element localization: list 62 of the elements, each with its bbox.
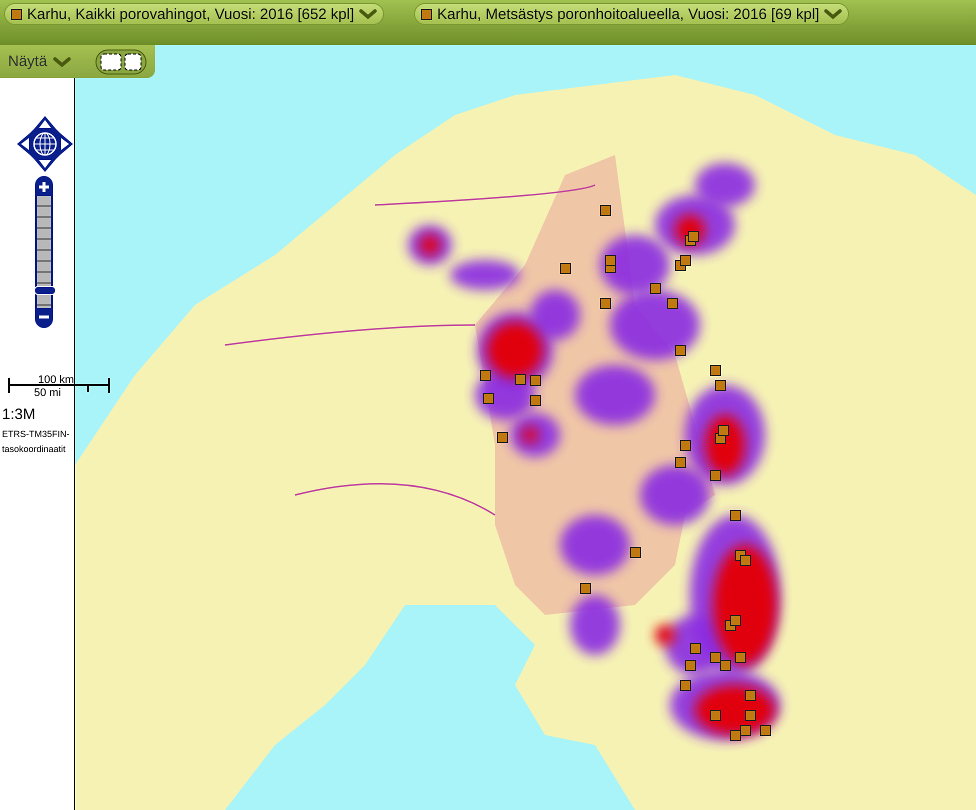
toggle-icon <box>95 48 148 74</box>
slider-thumb[interactable] <box>34 286 56 296</box>
chevron-down-icon <box>359 8 378 20</box>
scale-ratio: 1:3M <box>2 406 36 423</box>
heat-spot <box>570 595 620 655</box>
marker-icon[interactable] <box>718 425 729 436</box>
marker-icon <box>421 8 432 20</box>
marker-icon[interactable] <box>740 555 751 566</box>
marker-icon[interactable] <box>630 547 641 558</box>
marker-icon[interactable] <box>483 393 494 404</box>
heat-core <box>420 235 440 255</box>
marker-icon[interactable] <box>745 710 756 721</box>
marker-icon[interactable] <box>690 643 701 654</box>
marker-icon[interactable] <box>680 440 691 451</box>
marker-icon[interactable] <box>680 680 691 691</box>
heat-core <box>487 322 543 378</box>
heat-spot <box>695 163 755 207</box>
chevron-down-icon <box>824 8 842 20</box>
show-menu-button[interactable]: Näytä <box>0 45 156 78</box>
marker-icon[interactable] <box>675 457 686 468</box>
marker-icon[interactable] <box>560 263 571 274</box>
marker-icon[interactable] <box>745 690 756 701</box>
marker-icon[interactable] <box>667 298 678 309</box>
marker-icon[interactable] <box>715 380 726 391</box>
heat-spot <box>600 235 670 295</box>
scale-km: 100 km <box>38 374 74 386</box>
marker-icon[interactable] <box>720 660 731 671</box>
marker-icon[interactable] <box>710 365 721 376</box>
marker-icon[interactable] <box>580 583 591 594</box>
marker-icon[interactable] <box>680 255 691 266</box>
marker-icon[interactable] <box>730 510 741 521</box>
marker-icon[interactable] <box>600 205 611 216</box>
heat-spot <box>560 515 630 575</box>
marker-icon[interactable] <box>760 725 771 736</box>
marker-icon[interactable] <box>735 652 746 663</box>
marker-icon[interactable] <box>740 725 751 736</box>
marker-icon[interactable] <box>688 231 699 242</box>
chevron-down-icon <box>53 56 72 68</box>
layer-dropdown[interactable]: Karhu, Kaikki porovahingot, Vuosi: 2016 [652 kpl] <box>4 3 384 25</box>
projection-label: ETRS-TM35FIN-tasokoordinaatit <box>2 428 70 456</box>
layer-dropdown[interactable]: Karhu, Metsästys poronhoitoalueella, Vuosi: 2016 [69 kpl] <box>414 3 850 25</box>
marker-icon[interactable] <box>710 710 721 721</box>
heat-core <box>655 625 675 645</box>
marker-icon[interactable] <box>605 255 616 266</box>
marker-icon[interactable] <box>675 345 686 356</box>
heat-core <box>522 427 538 443</box>
marker-icon[interactable] <box>530 375 541 386</box>
marker-icon[interactable] <box>497 432 508 443</box>
marker-icon[interactable] <box>730 730 741 741</box>
marker-icon[interactable] <box>530 395 541 406</box>
marker-icon <box>11 8 22 20</box>
marker-icon[interactable] <box>480 370 491 381</box>
marker-icon[interactable] <box>600 298 611 309</box>
scale-mi: 50 mi <box>34 387 61 399</box>
marker-icon[interactable] <box>710 470 721 481</box>
pan-control-icon[interactable] <box>16 115 74 173</box>
marker-icon[interactable] <box>710 652 721 663</box>
marker-icon[interactable] <box>685 660 696 671</box>
marker-icon[interactable] <box>730 615 741 626</box>
marker-icon[interactable] <box>515 374 526 385</box>
marker-icon[interactable] <box>650 283 661 294</box>
plus-icon <box>38 181 50 193</box>
